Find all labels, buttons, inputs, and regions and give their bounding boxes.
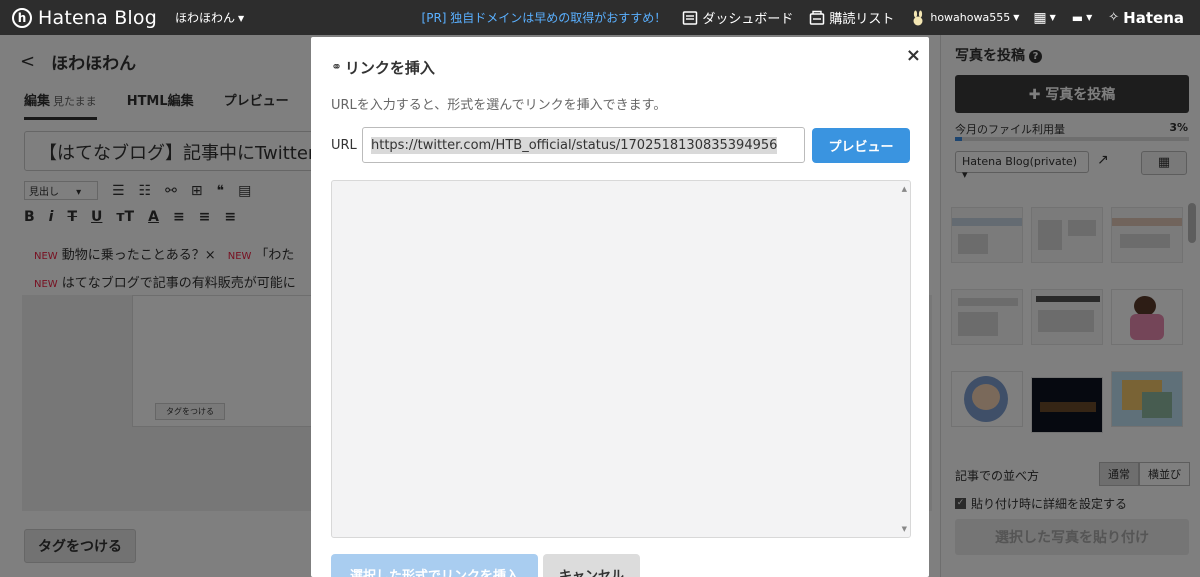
preview-button[interactable]: プレビュー [812,128,910,163]
url-label: URL [331,138,357,153]
dialog-title: ⚭ リンクを挿入 [331,57,435,78]
scroll-down-icon[interactable]: ▼ [902,525,907,533]
notifications-menu[interactable]: ▬ ▼ [1072,11,1093,25]
chevron-down-icon: ▼ [1049,13,1056,22]
dashboard-label: ダッシュボード [702,12,794,27]
blog-switcher[interactable]: ほわほわん ▼ [175,9,244,26]
url-input[interactable]: https://twitter.com/HTB_official/status/… [362,127,805,163]
dashboard-icon [683,10,698,25]
scroll-up-icon[interactable]: ▲ [902,185,907,193]
chevron-down-icon: ▼ [238,14,245,23]
top-bar: h Hatena Blog ほわほわん ▼ [PR] 独自ドメインは早めの取得がお… [0,0,1200,35]
brand-logo-link[interactable]: h Hatena Blog [12,7,157,29]
dialog-title-text: リンクを挿入 [344,59,435,77]
chevron-down-icon: ▼ [1013,13,1020,22]
pr-link[interactable]: [PR] 独自ドメインは早めの取得がおすすめ！ [422,9,667,26]
cancel-button[interactable]: キャンセル [543,554,640,577]
dialog-description: URLを入力すると、形式を選んでリンクを挿入できます。 [331,98,667,113]
hatena-logo-icon: h [12,7,32,28]
username: howahowa555 [930,11,1011,24]
rabbit-avatar-icon [913,10,923,25]
comment-icon: ▬ [1071,10,1084,25]
insert-link-button[interactable]: 選択した形式でリンクを挿入 [331,554,538,577]
subscriptions-label: 購読リスト [829,12,895,27]
apps-menu[interactable]: ▦ ▼ [1033,10,1055,26]
hatena-label: Hatena [1123,8,1184,27]
topbar-right: [PR] 独自ドメインは早めの取得がおすすめ！ ダッシュボード 購読リスト ho… [422,0,1200,35]
subscription-icon [810,10,825,25]
chevron-down-icon: ▼ [1086,13,1093,22]
close-icon[interactable]: × [906,45,921,66]
grid-icon: ▦ [1033,9,1047,26]
blog-switcher-label: ほわほわん [175,11,236,25]
subscriptions-link[interactable]: 購読リスト [809,8,894,27]
insert-link-dialog: × ⚭ リンクを挿入 URLを入力すると、形式を選んでリンクを挿入できます。 U… [311,37,929,577]
brand-name: Hatena Blog [38,6,157,29]
url-input-value: https://twitter.com/HTB_official/status/… [371,136,778,154]
link-preview-area[interactable]: ▲ ▼ [331,180,911,538]
user-menu[interactable]: howahowa555 ▼ [910,10,1019,26]
hatena-mark-icon: ✧ [1108,10,1120,25]
hatena-link[interactable]: ✧ Hatena [1108,9,1184,27]
link-icon: ⚭ [331,60,342,75]
dashboard-link[interactable]: ダッシュボード [682,8,793,27]
